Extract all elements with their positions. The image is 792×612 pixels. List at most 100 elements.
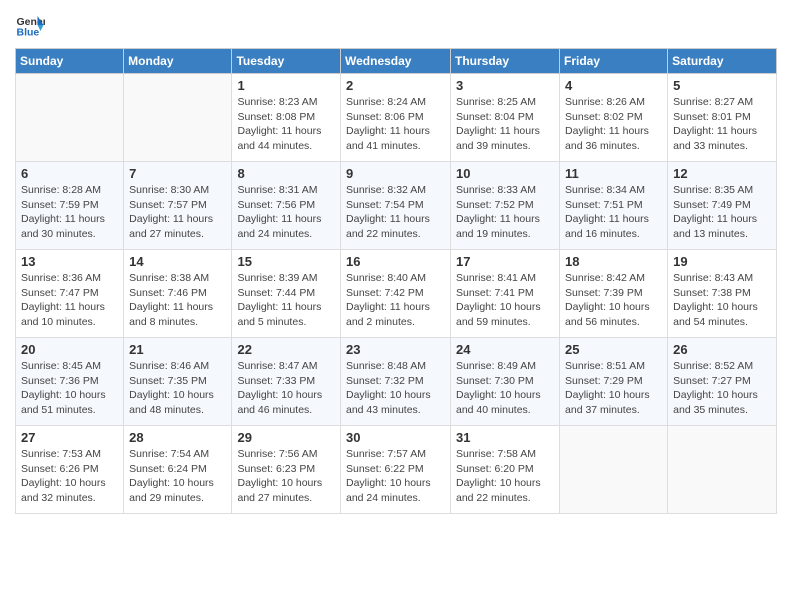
day-detail: Sunrise: 8:46 AM Sunset: 7:35 PM Dayligh…: [129, 359, 226, 418]
calendar-cell: 16 Sunrise: 8:40 AM Sunset: 7:42 PM Dayli…: [341, 250, 451, 338]
header: General Blue: [15, 10, 777, 40]
calendar-cell: 18 Sunrise: 8:42 AM Sunset: 7:39 PM Dayli…: [560, 250, 668, 338]
day-detail: Sunrise: 8:35 AM Sunset: 7:49 PM Dayligh…: [673, 183, 771, 242]
day-detail: Sunrise: 8:31 AM Sunset: 7:56 PM Dayligh…: [237, 183, 335, 242]
day-detail: Sunrise: 7:58 AM Sunset: 6:20 PM Dayligh…: [456, 447, 554, 506]
day-detail: Sunrise: 8:25 AM Sunset: 8:04 PM Dayligh…: [456, 95, 554, 154]
calendar-cell: 6 Sunrise: 8:28 AM Sunset: 7:59 PM Daylig…: [16, 162, 124, 250]
calendar-cell: 25 Sunrise: 8:51 AM Sunset: 7:29 PM Dayli…: [560, 338, 668, 426]
calendar-cell: 28 Sunrise: 7:54 AM Sunset: 6:24 PM Dayli…: [124, 426, 232, 514]
calendar-cell: 8Sunrise: 8:31 AM Sunset: 7:56 PM Daylig…: [232, 162, 341, 250]
calendar-cell: 12 Sunrise: 8:35 AM Sunset: 7:49 PM Dayli…: [668, 162, 777, 250]
day-detail: Sunrise: 8:23 AM Sunset: 8:08 PM Dayligh…: [237, 95, 335, 154]
day-detail: Sunrise: 8:36 AM Sunset: 7:47 PM Dayligh…: [21, 271, 118, 330]
calendar-cell: 3 Sunrise: 8:25 AM Sunset: 8:04 PM Daylig…: [451, 74, 560, 162]
day-number: 18: [565, 254, 662, 269]
day-number: 16: [346, 254, 445, 269]
week-row-2: 6 Sunrise: 8:28 AM Sunset: 7:59 PM Daylig…: [16, 162, 777, 250]
calendar-cell: 17Sunrise: 8:41 AM Sunset: 7:41 PM Dayli…: [451, 250, 560, 338]
calendar-cell: 2 Sunrise: 8:24 AM Sunset: 8:06 PM Daylig…: [341, 74, 451, 162]
day-number: 24: [456, 342, 554, 357]
day-detail: Sunrise: 8:48 AM Sunset: 7:32 PM Dayligh…: [346, 359, 445, 418]
weekday-friday: Friday: [560, 49, 668, 74]
calendar-cell: 13 Sunrise: 8:36 AM Sunset: 7:47 PM Dayli…: [16, 250, 124, 338]
calendar-cell: 11Sunrise: 8:34 AM Sunset: 7:51 PM Dayli…: [560, 162, 668, 250]
day-detail: Sunrise: 8:26 AM Sunset: 8:02 PM Dayligh…: [565, 95, 662, 154]
weekday-header-row: SundayMondayTuesdayWednesdayThursdayFrid…: [16, 49, 777, 74]
day-number: 25: [565, 342, 662, 357]
weekday-thursday: Thursday: [451, 49, 560, 74]
weekday-wednesday: Wednesday: [341, 49, 451, 74]
day-number: 29: [237, 430, 335, 445]
day-number: 9: [346, 166, 445, 181]
calendar-cell: [124, 74, 232, 162]
calendar-cell: [560, 426, 668, 514]
calendar-cell: 31 Sunrise: 7:58 AM Sunset: 6:20 PM Dayli…: [451, 426, 560, 514]
day-number: 21: [129, 342, 226, 357]
week-row-5: 27Sunrise: 7:53 AM Sunset: 6:26 PM Dayli…: [16, 426, 777, 514]
calendar-cell: 26Sunrise: 8:52 AM Sunset: 7:27 PM Dayli…: [668, 338, 777, 426]
day-detail: Sunrise: 8:52 AM Sunset: 7:27 PM Dayligh…: [673, 359, 771, 418]
day-detail: Sunrise: 7:54 AM Sunset: 6:24 PM Dayligh…: [129, 447, 226, 506]
day-detail: Sunrise: 7:56 AM Sunset: 6:23 PM Dayligh…: [237, 447, 335, 506]
day-number: 7: [129, 166, 226, 181]
day-detail: Sunrise: 7:57 AM Sunset: 6:22 PM Dayligh…: [346, 447, 445, 506]
day-detail: Sunrise: 8:39 AM Sunset: 7:44 PM Dayligh…: [237, 271, 335, 330]
day-number: 20: [21, 342, 118, 357]
day-number: 12: [673, 166, 771, 181]
calendar-cell: 24 Sunrise: 8:49 AM Sunset: 7:30 PM Dayli…: [451, 338, 560, 426]
day-detail: Sunrise: 8:28 AM Sunset: 7:59 PM Dayligh…: [21, 183, 118, 242]
logo: General Blue: [15, 10, 49, 40]
week-row-1: 1 Sunrise: 8:23 AM Sunset: 8:08 PM Daylig…: [16, 74, 777, 162]
calendar-cell: 27Sunrise: 7:53 AM Sunset: 6:26 PM Dayli…: [16, 426, 124, 514]
calendar-cell: [668, 426, 777, 514]
day-detail: Sunrise: 8:27 AM Sunset: 8:01 PM Dayligh…: [673, 95, 771, 154]
day-detail: Sunrise: 8:45 AM Sunset: 7:36 PM Dayligh…: [21, 359, 118, 418]
day-number: 6: [21, 166, 118, 181]
calendar-cell: 23Sunrise: 8:48 AM Sunset: 7:32 PM Dayli…: [341, 338, 451, 426]
day-number: 1: [237, 78, 335, 93]
calendar-cell: 1 Sunrise: 8:23 AM Sunset: 8:08 PM Daylig…: [232, 74, 341, 162]
calendar-cell: 30 Sunrise: 7:57 AM Sunset: 6:22 PM Dayli…: [341, 426, 451, 514]
calendar-cell: 14 Sunrise: 8:38 AM Sunset: 7:46 PM Dayli…: [124, 250, 232, 338]
calendar-cell: 21 Sunrise: 8:46 AM Sunset: 7:35 PM Dayli…: [124, 338, 232, 426]
week-row-3: 13 Sunrise: 8:36 AM Sunset: 7:47 PM Dayli…: [16, 250, 777, 338]
calendar-cell: 20 Sunrise: 8:45 AM Sunset: 7:36 PM Dayli…: [16, 338, 124, 426]
day-number: 15: [237, 254, 335, 269]
day-detail: Sunrise: 8:43 AM Sunset: 7:38 PM Dayligh…: [673, 271, 771, 330]
day-detail: Sunrise: 8:42 AM Sunset: 7:39 PM Dayligh…: [565, 271, 662, 330]
day-number: 5: [673, 78, 771, 93]
day-number: 10: [456, 166, 554, 181]
calendar-cell: 4Sunrise: 8:26 AM Sunset: 8:02 PM Daylig…: [560, 74, 668, 162]
day-number: 2: [346, 78, 445, 93]
day-detail: Sunrise: 8:38 AM Sunset: 7:46 PM Dayligh…: [129, 271, 226, 330]
page-container: General Blue SundayMondayTuesdayWednesda…: [0, 0, 792, 529]
day-detail: Sunrise: 8:32 AM Sunset: 7:54 PM Dayligh…: [346, 183, 445, 242]
day-number: 3: [456, 78, 554, 93]
week-row-4: 20 Sunrise: 8:45 AM Sunset: 7:36 PM Dayli…: [16, 338, 777, 426]
day-number: 17: [456, 254, 554, 269]
calendar-table: SundayMondayTuesdayWednesdayThursdayFrid…: [15, 48, 777, 514]
day-detail: Sunrise: 8:24 AM Sunset: 8:06 PM Dayligh…: [346, 95, 445, 154]
day-detail: Sunrise: 8:49 AM Sunset: 7:30 PM Dayligh…: [456, 359, 554, 418]
calendar-cell: 10 Sunrise: 8:33 AM Sunset: 7:52 PM Dayli…: [451, 162, 560, 250]
day-detail: Sunrise: 8:40 AM Sunset: 7:42 PM Dayligh…: [346, 271, 445, 330]
day-detail: Sunrise: 8:30 AM Sunset: 7:57 PM Dayligh…: [129, 183, 226, 242]
weekday-saturday: Saturday: [668, 49, 777, 74]
day-number: 13: [21, 254, 118, 269]
day-number: 14: [129, 254, 226, 269]
day-detail: Sunrise: 8:47 AM Sunset: 7:33 PM Dayligh…: [237, 359, 335, 418]
weekday-sunday: Sunday: [16, 49, 124, 74]
day-detail: Sunrise: 8:51 AM Sunset: 7:29 PM Dayligh…: [565, 359, 662, 418]
calendar-cell: 5 Sunrise: 8:27 AM Sunset: 8:01 PM Daylig…: [668, 74, 777, 162]
svg-text:Blue: Blue: [17, 27, 40, 39]
day-number: 27: [21, 430, 118, 445]
day-number: 28: [129, 430, 226, 445]
day-number: 22: [237, 342, 335, 357]
day-detail: Sunrise: 8:34 AM Sunset: 7:51 PM Dayligh…: [565, 183, 662, 242]
day-number: 30: [346, 430, 445, 445]
day-detail: Sunrise: 8:33 AM Sunset: 7:52 PM Dayligh…: [456, 183, 554, 242]
calendar-cell: [16, 74, 124, 162]
weekday-tuesday: Tuesday: [232, 49, 341, 74]
day-number: 31: [456, 430, 554, 445]
